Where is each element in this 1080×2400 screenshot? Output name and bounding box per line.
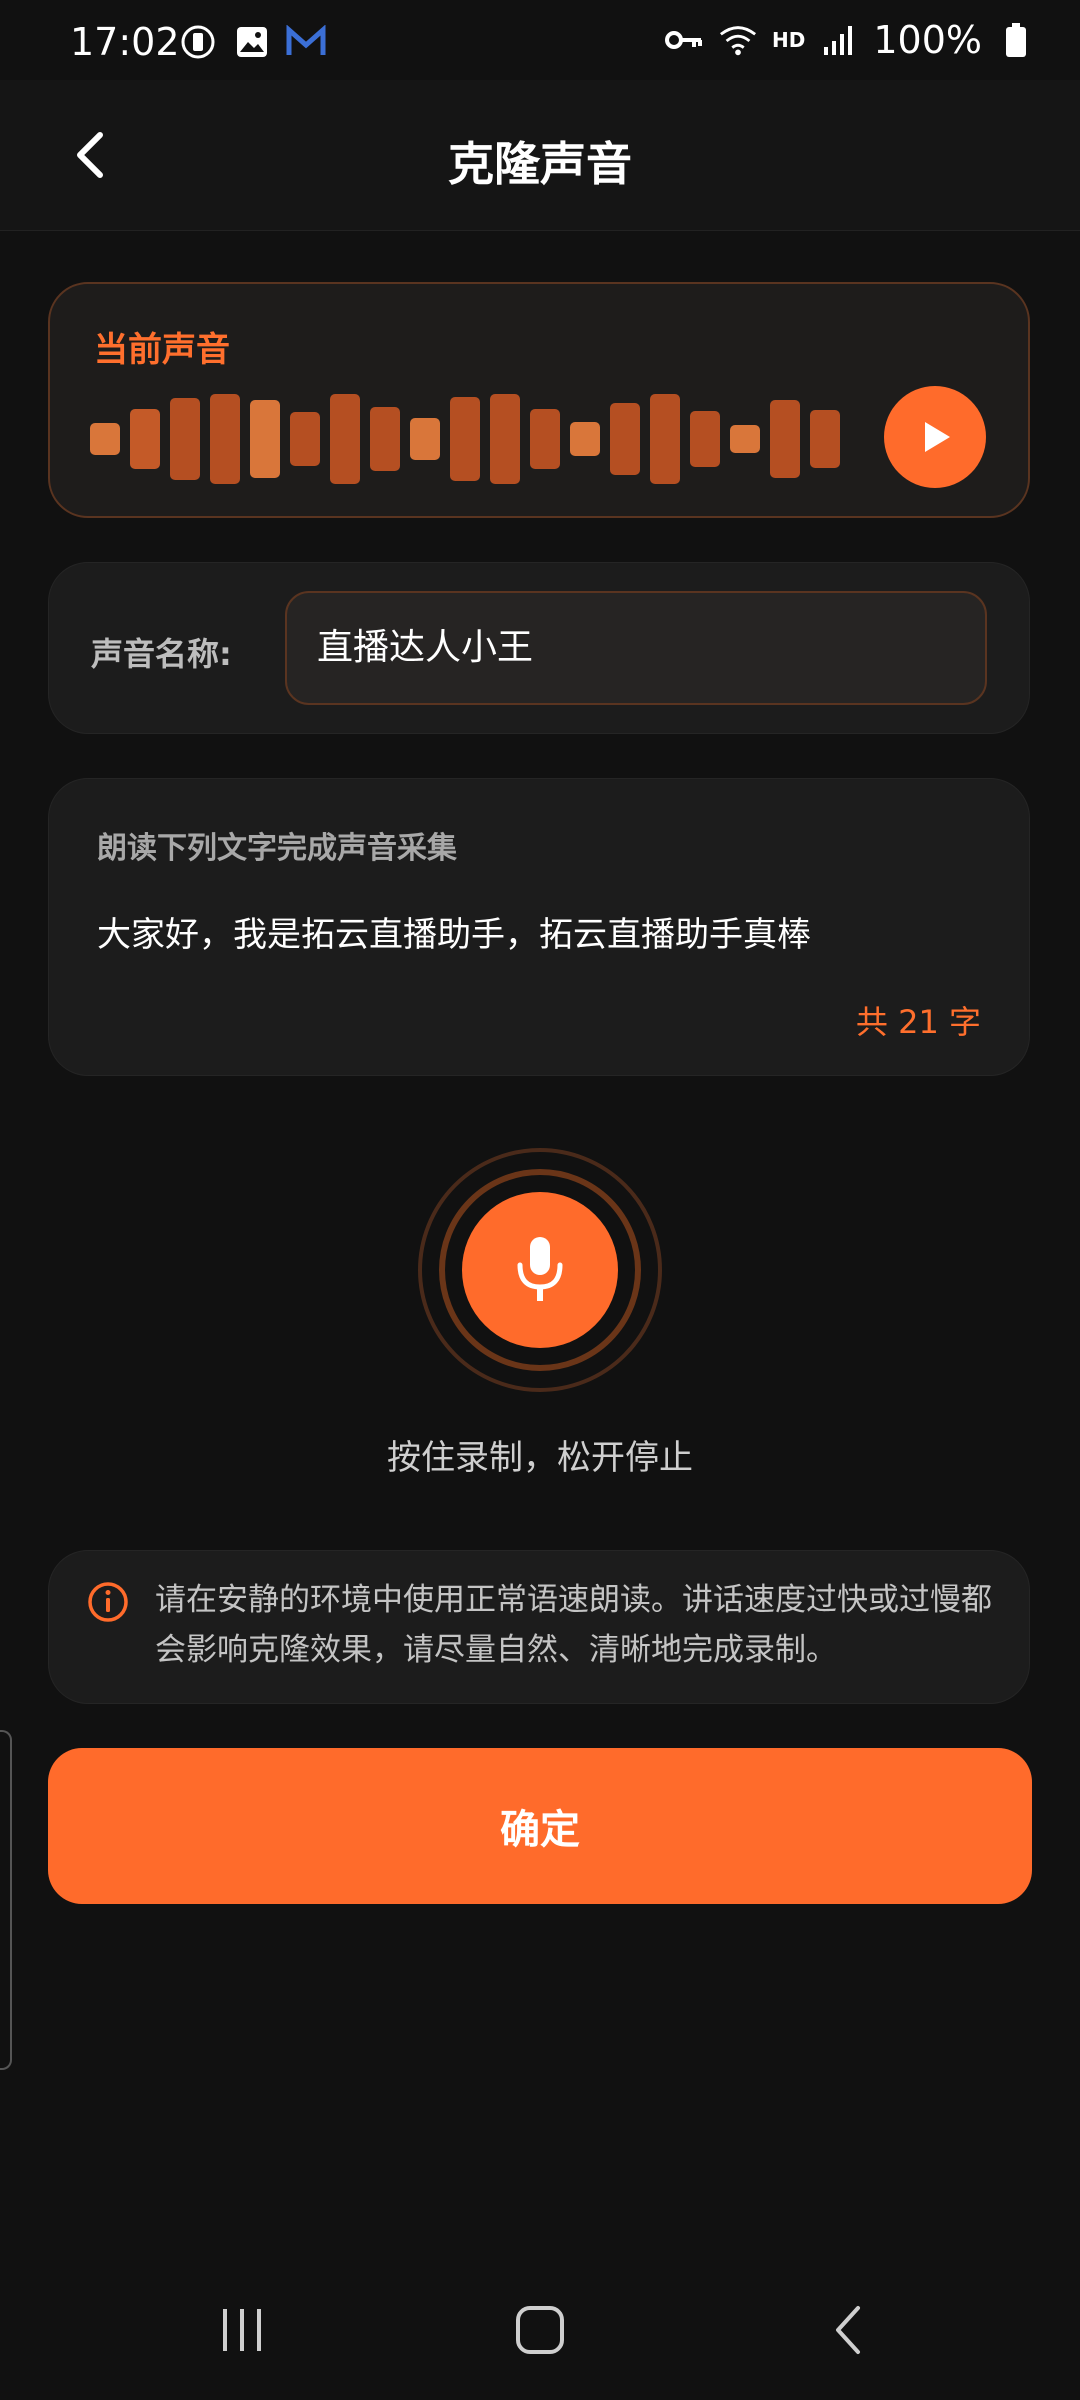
waveform [90,394,840,484]
voice-name-input[interactable]: 直播达人小王 [285,591,987,705]
wave-bar [610,403,640,475]
recent-apps-icon [223,2309,261,2351]
home-button[interactable] [500,2290,580,2370]
wave-bar [90,423,120,455]
current-voice-card: 当前声音 [48,282,1030,518]
info-icon [88,1582,128,1622]
vpn-key-icon [664,20,704,60]
navigation-bar [0,2260,1080,2400]
wifi-icon [718,20,758,60]
recent-apps-button[interactable] [202,2290,282,2370]
voice-name-label: 声音名称: [91,635,232,673]
sync-icon [178,22,218,62]
hd-label: HD [772,28,806,52]
wave-bar [170,398,200,480]
mail-app-icon [286,22,326,62]
wave-bar [690,411,720,467]
reading-card: 朗读下列文字完成声音采集 大家好，我是拓云直播助手，拓云直播助手真棒 共 21 … [48,778,1030,1076]
edge-panel-handle[interactable] [0,1730,12,2070]
wave-bar [410,418,440,460]
microphone-icon [517,1237,563,1301]
record-button-area [416,1146,664,1394]
wave-bar [450,397,480,481]
tip-card: 请在安静的环境中使用正常语速朗读。讲话速度过快或过慢都会影响克隆效果，请尽量自然… [48,1550,1030,1704]
current-voice-label: 当前声音 [94,330,230,370]
confirm-button[interactable]: 确定 [48,1748,1032,1904]
wave-bar [770,400,800,478]
play-button[interactable] [884,386,986,488]
reading-text: 大家好，我是拓云直播助手，拓云直播助手真棒 [97,915,811,955]
reading-instruction: 朗读下列文字完成声音采集 [97,831,457,866]
wave-bar [130,409,160,469]
gallery-icon [232,22,272,62]
battery-percent: 100% [873,18,982,62]
back-nav-icon [836,2306,860,2354]
wave-bar [730,425,760,453]
status-system-icons: HD 100% [664,18,1036,62]
wave-bar [290,412,320,466]
play-icon [925,422,950,452]
record-mic-button[interactable] [462,1192,618,1348]
page-title: 克隆声音 [448,137,632,191]
wave-bar [250,400,280,478]
tip-text: 请在安静的环境中使用正常语速朗读。讲话速度过快或过慢都会影响克隆效果，请尽量自然… [155,1582,992,1668]
back-nav-button[interactable] [808,2290,888,2370]
app-bar: 克隆声音 [0,80,1080,231]
status-notification-icons [178,22,326,62]
wave-bar [210,394,240,484]
wave-bar [650,394,680,484]
character-count: 共 21 字 [855,1003,981,1041]
status-bar: 17:02 HD 100% [0,0,1080,80]
wave-bar [490,394,520,484]
wave-bar [810,410,840,468]
wave-bar [330,394,360,484]
status-time: 17:02 [70,20,180,64]
record-hint: 按住录制，松开停止 [387,1438,693,1478]
home-icon [516,2306,564,2354]
signal-icon [819,20,859,60]
wave-bar [530,409,560,469]
wave-bar [570,422,600,456]
voice-name-card: 声音名称: 直播达人小王 [48,562,1030,734]
wave-bar [370,407,400,471]
battery-icon [996,20,1036,60]
